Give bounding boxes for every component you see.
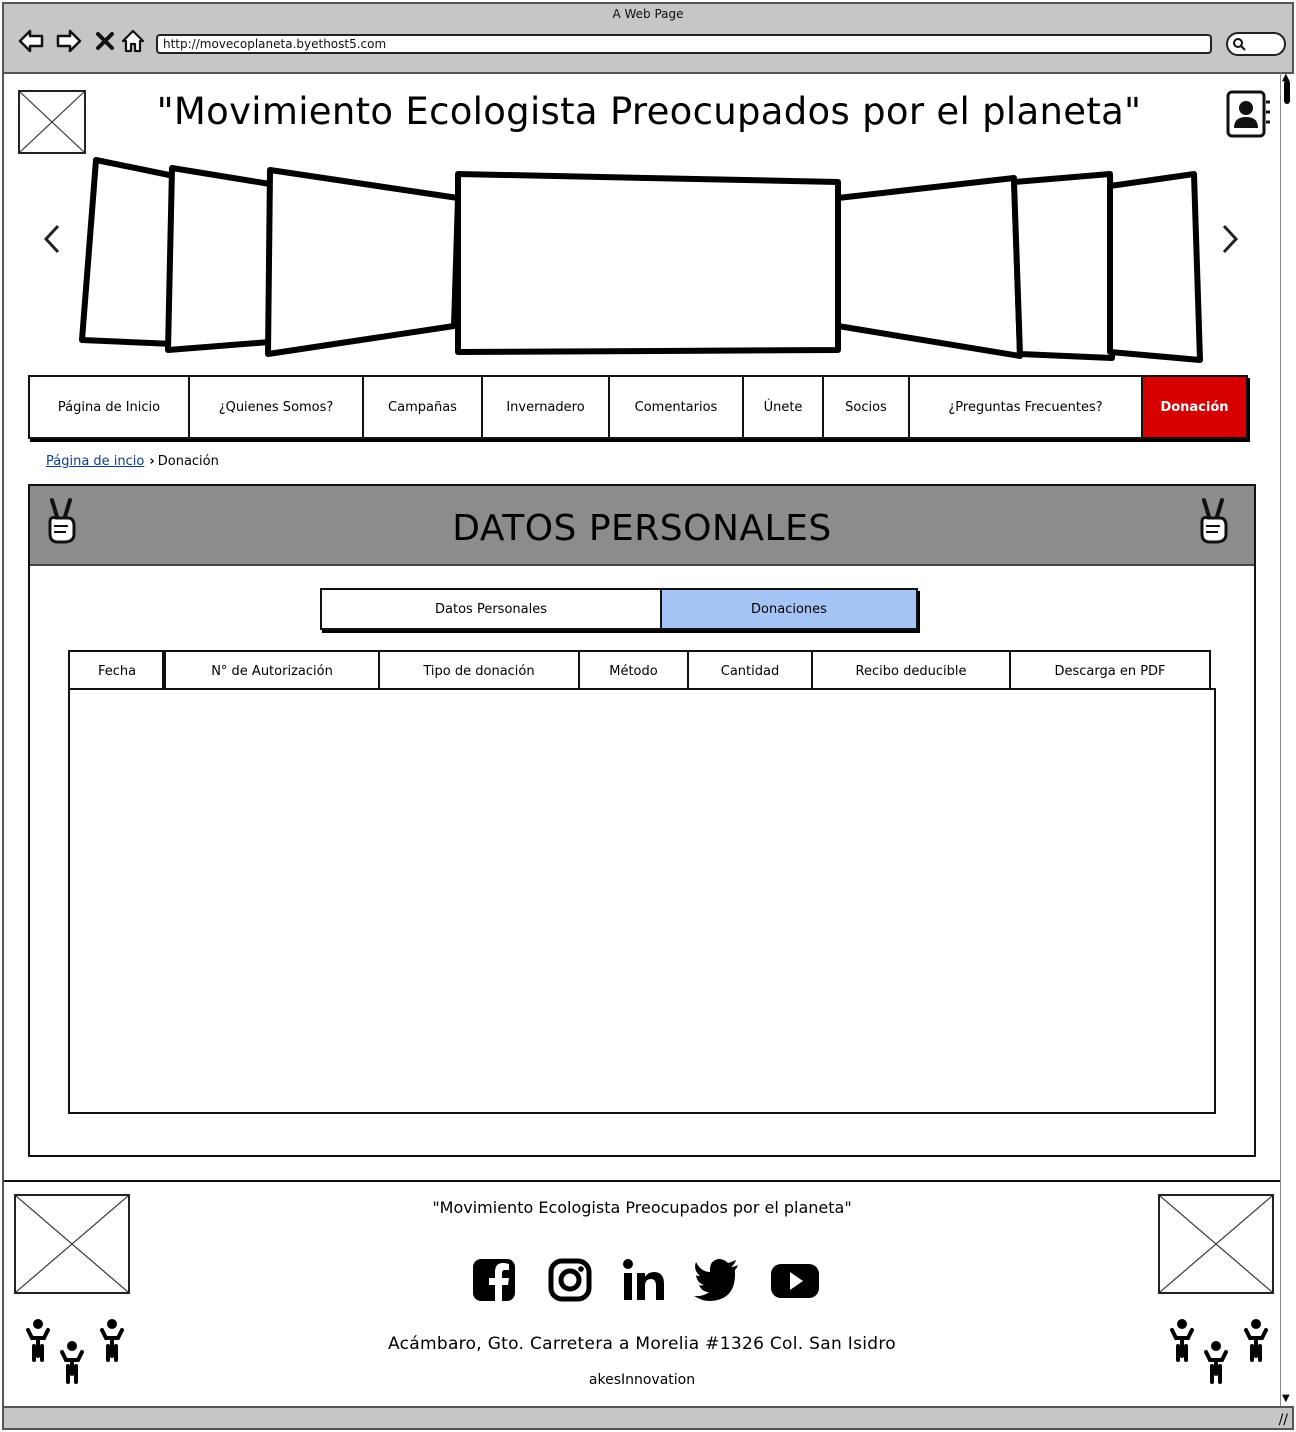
browser-window: A Web Page http://movecoplaneta.byethost…: [2, 2, 1294, 1430]
column-header-metodo[interactable]: Método: [580, 652, 689, 690]
nav-item-donacion[interactable]: Donación: [1143, 377, 1246, 437]
column-header-recibo[interactable]: Recibo deducible: [813, 652, 1011, 690]
resize-grip-icon[interactable]: //: [1279, 1412, 1288, 1428]
scroll-down-arrow-icon[interactable]: ▼: [1282, 1393, 1290, 1404]
panel-tabs: Datos Personales Donaciones: [320, 588, 918, 630]
nav-item-comentarios[interactable]: Comentarios: [610, 377, 744, 437]
facebook-icon[interactable]: [472, 1258, 516, 1302]
table-header: Fecha N° de Autorización Tipo de donació…: [68, 650, 1211, 690]
column-header-pdf[interactable]: Descarga en PDF: [1011, 652, 1209, 690]
logo-image-placeholder: [18, 90, 86, 154]
carousel-slide: [165, 165, 273, 353]
footer-credit: akesInnovation: [588, 1372, 696, 1388]
vertical-scrollbar[interactable]: ▲ ▼: [1280, 72, 1294, 1406]
carousel-slide: [79, 157, 177, 347]
nav-item-socios[interactable]: Socios: [824, 377, 910, 437]
site-title: "Movimiento Ecologista Preocupados por e…: [156, 90, 1142, 133]
nav-item-unete[interactable]: Únete: [744, 377, 824, 437]
panel-header: DATOS PERSONALES: [30, 486, 1254, 566]
column-header-cantidad[interactable]: Cantidad: [689, 652, 813, 690]
breadcrumb: Página de incio › Donación: [46, 454, 219, 469]
instagram-icon[interactable]: [548, 1258, 592, 1302]
user-profile-icon[interactable]: [1226, 90, 1270, 138]
browser-search-box[interactable]: [1226, 32, 1286, 56]
tab-datos-personales[interactable]: Datos Personales: [322, 590, 662, 628]
column-header-autorizacion[interactable]: N° de Autorización: [166, 652, 380, 690]
forward-arrow-icon[interactable]: [54, 26, 84, 56]
carousel-next-arrow-icon[interactable]: [1220, 222, 1242, 265]
linkedin-icon[interactable]: [622, 1258, 666, 1302]
column-header-fecha[interactable]: Fecha: [70, 652, 166, 690]
carousel-slide: [265, 167, 461, 357]
peace-hand-icon: [1200, 498, 1228, 544]
people-group-icon: [1170, 1319, 1268, 1384]
column-header-tipo[interactable]: Tipo de donación: [380, 652, 580, 690]
main-nav: Página de Inicio ¿Quienes Somos? Campaña…: [28, 375, 1248, 439]
nav-item-campanas[interactable]: Campañas: [364, 377, 483, 437]
carousel-slide: [1011, 171, 1115, 361]
status-bar: //: [4, 1406, 1292, 1428]
twitter-icon[interactable]: [694, 1258, 740, 1302]
nav-item-quienes-somos[interactable]: ¿Quienes Somos?: [190, 377, 364, 437]
footer-title: "Movimiento Ecologista Preocupados por e…: [432, 1198, 852, 1217]
back-arrow-icon[interactable]: [16, 26, 46, 56]
carousel-slide: [455, 171, 841, 355]
window-title: A Web Page: [612, 7, 684, 21]
nav-item-invernadero[interactable]: Invernadero: [483, 377, 610, 437]
breadcrumb-separator-icon: ›: [149, 454, 155, 469]
table-body: [68, 688, 1216, 1114]
nav-item-preguntas[interactable]: ¿Preguntas Frecuentes?: [910, 377, 1143, 437]
close-icon[interactable]: [90, 26, 120, 56]
home-icon[interactable]: [118, 26, 148, 56]
youtube-icon[interactable]: [770, 1258, 820, 1302]
nav-item-inicio[interactable]: Página de Inicio: [30, 377, 190, 437]
breadcrumb-home-link[interactable]: Página de incio: [46, 454, 144, 469]
carousel-slide: [835, 175, 1023, 359]
social-links: [464, 1258, 824, 1310]
footer: "Movimiento Ecologista Preocupados por e…: [4, 1180, 1280, 1406]
scroll-thumb[interactable]: [1284, 80, 1290, 104]
breadcrumb-current: Donación: [157, 454, 219, 469]
people-group-icon: [26, 1319, 124, 1384]
carousel-slide: [1107, 171, 1203, 363]
donations-table: Fecha N° de Autorización Tipo de donació…: [68, 650, 1216, 1116]
carousel-slides: [79, 157, 1203, 363]
tab-donaciones[interactable]: Donaciones: [662, 590, 916, 628]
page-viewport: "Movimiento Ecologista Preocupados por e…: [4, 72, 1280, 1406]
carousel-prev-arrow-icon[interactable]: [40, 222, 62, 265]
personal-data-panel: DATOS PERSONALES Datos Personales Donaci…: [28, 484, 1256, 1157]
image-carousel: [34, 154, 1254, 369]
browser-toolbar: http://movecoplaneta.byethost5.com: [4, 26, 1292, 70]
footer-address: Acámbaro, Gto. Carretera a Morelia #1326…: [388, 1334, 896, 1354]
panel-title: DATOS PERSONALES: [452, 508, 832, 549]
search-icon: [1233, 38, 1246, 51]
url-input[interactable]: http://movecoplaneta.byethost5.com: [156, 34, 1212, 54]
